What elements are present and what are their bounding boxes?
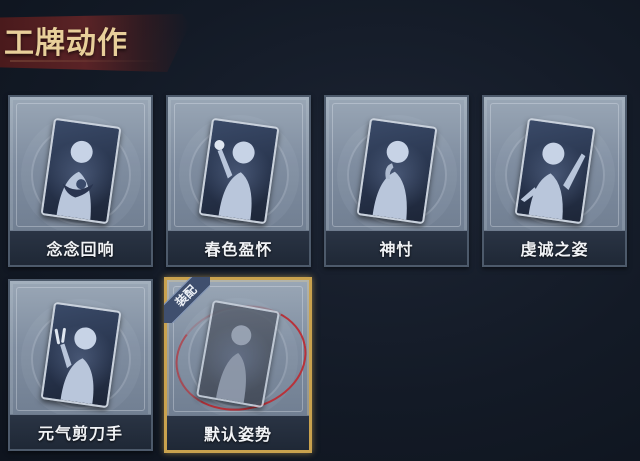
card-label-bar: 神忖 bbox=[326, 230, 467, 265]
card-label-bar: 虔诚之姿 bbox=[484, 230, 625, 265]
peace-sign-pose-icon bbox=[40, 301, 121, 409]
action-card-1[interactable]: 念念回响 bbox=[8, 95, 153, 267]
card-label-bar: 念念回响 bbox=[10, 230, 151, 265]
action-card-4[interactable]: 虔诚之姿 bbox=[482, 95, 627, 267]
card-label-bar: 元气剪刀手 bbox=[10, 414, 151, 449]
equipped-tag: 装配 bbox=[164, 277, 210, 323]
action-card-6[interactable]: 装配 默认姿势 bbox=[164, 277, 317, 453]
card-label: 念念回响 bbox=[46, 240, 115, 259]
card-label: 虔诚之姿 bbox=[520, 240, 589, 259]
card-label: 元气剪刀手 bbox=[37, 424, 123, 443]
card-label: 春色盈怀 bbox=[204, 240, 273, 259]
action-card-5[interactable]: 元气剪刀手 bbox=[8, 279, 153, 451]
raised-hand-pose-icon bbox=[514, 117, 595, 225]
hug-pose-icon bbox=[40, 117, 121, 225]
card-label: 神忖 bbox=[379, 240, 414, 259]
thinking-pose-icon bbox=[356, 117, 437, 225]
action-card-3[interactable]: 神忖 bbox=[324, 95, 469, 267]
card-label-bar: 春色盈怀 bbox=[168, 230, 309, 265]
card-label-bar: 默认姿势 bbox=[167, 415, 309, 450]
page-title: 工牌动作 bbox=[4, 26, 128, 61]
card-label: 默认姿势 bbox=[203, 425, 272, 444]
flower-pose-icon bbox=[198, 117, 279, 225]
action-card-2[interactable]: 春色盈怀 bbox=[166, 95, 311, 267]
equipped-tag-label: 装配 bbox=[164, 277, 210, 323]
